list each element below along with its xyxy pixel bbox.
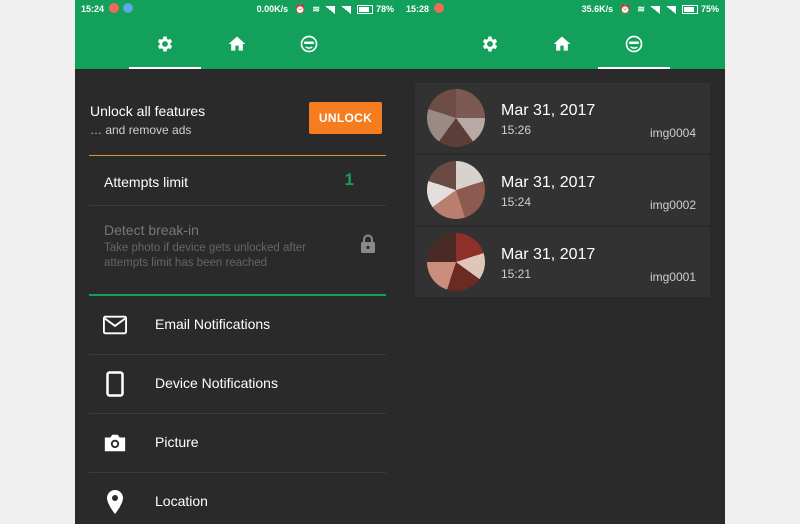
sneaky-face-icon <box>625 35 643 52</box>
home-icon <box>228 36 246 51</box>
menu-item-email-notifications[interactable]: Email Notifications <box>89 296 386 354</box>
menu-item-label: Picture <box>155 434 199 450</box>
signal-icon <box>650 5 661 14</box>
pictures-list: Mar 31, 2017 15:26 img0004 Mar 31, 2017 … <box>400 69 725 524</box>
picture-date: Mar 31, 2017 <box>501 102 596 119</box>
alarm-icon: ⏰ <box>619 4 631 15</box>
battery-icon <box>682 5 699 15</box>
home-icon <box>553 36 571 51</box>
menu-item-location[interactable]: Location <box>89 473 386 524</box>
status-time: 15:28 <box>406 4 430 14</box>
camera-icon <box>103 431 127 455</box>
list-item[interactable]: Mar 31, 2017 15:26 img0004 <box>415 83 710 153</box>
tab-pictures[interactable] <box>273 18 345 69</box>
tab-settings[interactable] <box>129 18 201 69</box>
menu-item-label: Email Notifications <box>155 316 271 332</box>
browser-icon <box>123 3 133 13</box>
list-item[interactable]: Mar 31, 2017 15:24 img0002 <box>415 155 710 225</box>
picture-date: Mar 31, 2017 <box>501 174 596 191</box>
battery-icon <box>357 5 374 15</box>
alarm-icon: ⏰ <box>294 4 306 15</box>
tab-settings[interactable] <box>454 18 526 69</box>
settings-content: Unlock all features … and remove ads UNL… <box>75 69 400 524</box>
picture-time: 15:26 <box>501 123 532 137</box>
picture-time: 15:21 <box>501 267 532 281</box>
status-bar: 15:28 35.6K/s ⏰ ≋ 75% <box>400 0 725 18</box>
attempts-limit-label[interactable]: Attempts limit <box>104 174 188 190</box>
phone-icon <box>103 371 127 397</box>
status-right: 35.6K/s ⏰ ≋ 75% <box>582 4 719 15</box>
mail-icon <box>103 313 127 337</box>
signal-icon <box>325 5 336 14</box>
signal-icon-2 <box>665 5 676 14</box>
unlock-button[interactable]: UNLOCK <box>309 102 382 134</box>
gear-icon <box>157 36 173 51</box>
status-bar: 15:24 0.00K/s ⏰ ≋ 78% <box>75 0 400 18</box>
menu-item-label: Device Notifications <box>155 375 278 391</box>
intruder-photo <box>427 161 485 219</box>
wifi-icon: ≋ <box>312 4 320 15</box>
picture-filename: img0004 <box>649 126 696 140</box>
status-time: 15:24 <box>81 4 105 14</box>
attempts-limit-value[interactable]: 1 <box>345 170 354 190</box>
divider <box>89 205 386 206</box>
unlock-title: Unlock all features <box>90 103 206 119</box>
detect-break-in-description: Take photo if device gets unlocked after… <box>104 242 307 269</box>
network-speed: 35.6K/s <box>581 4 614 14</box>
menu-item-device-notifications[interactable]: Device Notifications <box>89 355 386 413</box>
intruder-photo <box>427 89 485 147</box>
tab-pictures[interactable] <box>598 18 670 69</box>
battery-level: 78% <box>375 4 394 14</box>
tab-home[interactable] <box>526 18 598 69</box>
picture-time: 15:24 <box>501 195 532 209</box>
location-pin-icon <box>103 490 127 514</box>
battery-level: 75% <box>700 4 719 14</box>
sneaky-face-icon <box>300 35 318 52</box>
divider <box>89 155 386 156</box>
tab-bar <box>75 18 400 69</box>
unlock-subtitle: … and remove ads <box>90 123 192 137</box>
wifi-icon: ≋ <box>637 4 645 15</box>
gear-icon <box>482 36 498 51</box>
signal-icon-2 <box>340 5 351 14</box>
tab-home[interactable] <box>201 18 273 69</box>
lock-icon <box>361 234 375 253</box>
menu-item-label: Location <box>155 493 208 509</box>
detect-break-in-label[interactable]: Detect break-in <box>104 222 199 238</box>
network-speed: 0.00K/s <box>256 4 289 14</box>
intruder-photo <box>427 233 485 291</box>
picture-date: Mar 31, 2017 <box>501 246 596 263</box>
pictures-screen: 15:28 35.6K/s ⏰ ≋ 75% Mar 31, 2017 15:26… <box>400 0 725 524</box>
picture-filename: img0002 <box>649 198 696 212</box>
tab-bar <box>400 18 725 69</box>
menu-item-picture[interactable]: Picture <box>89 414 386 472</box>
settings-screen: 15:24 0.00K/s ⏰ ≋ 78% Unlock all feature… <box>75 0 400 524</box>
notification-icon <box>434 3 444 13</box>
list-item[interactable]: Mar 31, 2017 15:21 img0001 <box>415 227 710 297</box>
status-right: 0.00K/s ⏰ ≋ 78% <box>257 4 394 15</box>
picture-filename: img0001 <box>649 270 696 284</box>
notification-icon <box>109 3 119 13</box>
